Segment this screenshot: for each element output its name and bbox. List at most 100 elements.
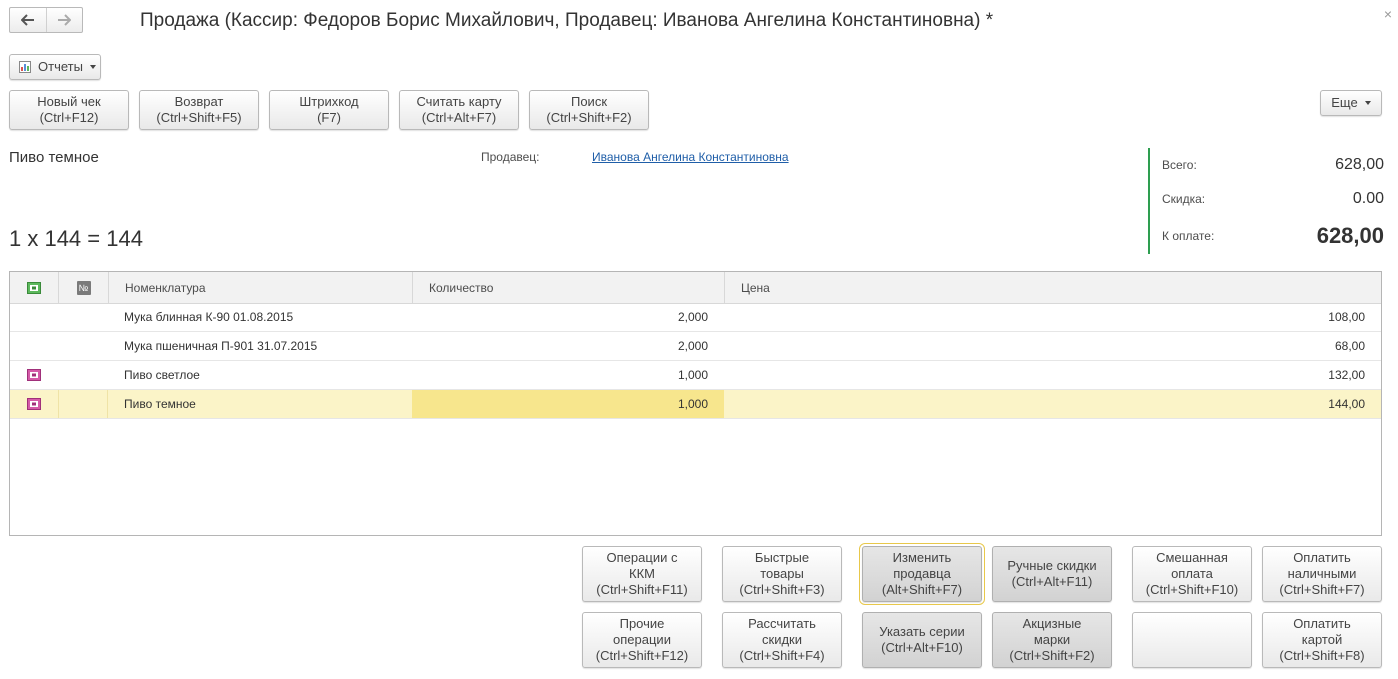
button-shortcut: (Ctrl+Shift+F10) bbox=[1145, 582, 1239, 597]
totals-panel: Всего: 628,00 Скидка: 0.00 К оплате: 628… bbox=[1148, 148, 1386, 254]
back-button[interactable] bbox=[10, 8, 46, 32]
total-row: Всего: 628,00 bbox=[1162, 156, 1384, 174]
row-price: 144,00 bbox=[1328, 397, 1365, 411]
pay-label: К оплате: bbox=[1162, 229, 1215, 243]
seller-link[interactable]: Иванова Ангелина Константиновна bbox=[592, 150, 789, 164]
read-card-button[interactable]: Считать карту (Ctrl+Alt+F7) bbox=[399, 90, 519, 130]
column-header-number[interactable]: № bbox=[58, 272, 108, 303]
button-label: картой bbox=[1301, 632, 1343, 647]
table-row[interactable]: Пиво светлое 1,000 132,00 bbox=[10, 361, 1381, 390]
button-label: марки bbox=[1033, 632, 1071, 647]
number-sign-icon: № bbox=[76, 280, 91, 295]
chevron-down-icon bbox=[1364, 101, 1371, 105]
report-icon bbox=[19, 61, 31, 73]
row-number-cell bbox=[58, 303, 108, 331]
button-shortcut: (Ctrl+Shift+F5) bbox=[156, 110, 242, 125]
new-receipt-button[interactable]: Новый чек (Ctrl+F12) bbox=[9, 90, 129, 130]
button-label: оплата bbox=[1171, 566, 1213, 581]
pay-value: 628,00 bbox=[1316, 223, 1384, 248]
kkm-operations-button[interactable]: Операции с ККМ (Ctrl+Shift+F11) bbox=[582, 546, 702, 602]
row-price: 68,00 bbox=[1334, 339, 1365, 353]
quick-goods-button[interactable]: Быстрые товары (Ctrl+Shift+F3) bbox=[722, 546, 842, 602]
button-label: операции bbox=[613, 632, 671, 647]
excise-mark-icon bbox=[27, 398, 41, 410]
table-row-selected[interactable]: Пиво темное 1,000 144,00 bbox=[10, 390, 1381, 419]
window-title: Продажа (Кассир: Федоров Борис Михайлови… bbox=[140, 10, 994, 31]
row-icon-cell bbox=[10, 332, 58, 360]
row-icon-cell bbox=[10, 303, 58, 331]
change-seller-button[interactable]: Изменить продавца (Alt+Shift+F7) bbox=[859, 543, 985, 605]
row-icon-cell bbox=[10, 361, 58, 389]
row-price: 132,00 bbox=[1328, 368, 1365, 382]
button-label: Возврат bbox=[174, 94, 224, 109]
table-row[interactable]: Мука блинная К-90 01.08.2015 2,000 108,0… bbox=[10, 303, 1381, 332]
pay-cash-button[interactable]: Оплатить наличными (Ctrl+Shift+F7) bbox=[1262, 546, 1382, 602]
button-label: Ручные скидки bbox=[1007, 558, 1097, 573]
button-shortcut: (F7) bbox=[317, 110, 341, 125]
empty-action-button[interactable] bbox=[1132, 612, 1252, 668]
button-shortcut: (Ctrl+Alt+F7) bbox=[421, 110, 497, 125]
row-name: Пиво светлое bbox=[124, 368, 200, 382]
excise-mark-icon bbox=[27, 281, 41, 294]
more-label: Еще bbox=[1331, 95, 1358, 110]
button-shortcut: (Ctrl+Shift+F7) bbox=[1279, 582, 1365, 597]
button-label: ККМ bbox=[629, 566, 655, 581]
button-label: Указать серии bbox=[879, 624, 965, 639]
button-label: Оплатить bbox=[1293, 616, 1351, 631]
other-operations-button[interactable]: Прочие операции (Ctrl+Shift+F12) bbox=[582, 612, 702, 668]
button-label: Быстрые bbox=[754, 550, 810, 565]
button-shortcut: (Ctrl+Shift+F4) bbox=[739, 648, 825, 663]
manual-discounts-button[interactable]: Ручные скидки (Ctrl+Alt+F11) bbox=[992, 546, 1112, 602]
table-row[interactable]: Мука пшеничная П-901 31.07.2015 2,000 68… bbox=[10, 332, 1381, 361]
specify-series-button[interactable]: Указать серии (Ctrl+Alt+F10) bbox=[862, 612, 982, 668]
button-shortcut: (Ctrl+Alt+F10) bbox=[881, 640, 963, 655]
calculate-discounts-button[interactable]: Рассчитать скидки (Ctrl+Shift+F4) bbox=[722, 612, 842, 668]
button-label: Прочие bbox=[619, 616, 665, 631]
button-shortcut: (Ctrl+Shift+F11) bbox=[596, 582, 688, 597]
total-value: 628,00 bbox=[1335, 156, 1384, 173]
button-label: Акцизные bbox=[1022, 616, 1082, 631]
row-quantity[interactable]: 1,000 bbox=[412, 390, 724, 418]
current-item-calc: 1 x 144 = 144 bbox=[9, 226, 143, 251]
button-shortcut: (Alt+Shift+F7) bbox=[881, 582, 963, 597]
button-shortcut: (Ctrl+Shift+F2) bbox=[546, 110, 632, 125]
row-price: 108,00 bbox=[1328, 310, 1365, 324]
column-header-icon[interactable] bbox=[10, 272, 58, 303]
forward-button[interactable] bbox=[45, 8, 83, 32]
reports-label: Отчеты bbox=[38, 59, 83, 74]
mixed-payment-button[interactable]: Смешанная оплата (Ctrl+Shift+F10) bbox=[1132, 546, 1252, 602]
button-shortcut: (Ctrl+Shift+F12) bbox=[595, 648, 689, 663]
row-icon-cell bbox=[10, 390, 58, 418]
chevron-down-icon bbox=[89, 65, 96, 69]
row-quantity[interactable]: 2,000 bbox=[412, 303, 724, 331]
table-header: № Номенклатура Количество Цена bbox=[10, 272, 1381, 304]
close-icon[interactable]: × bbox=[1384, 6, 1392, 22]
discount-value: 0.00 bbox=[1352, 190, 1384, 207]
pay-card-button[interactable]: Оплатить картой (Ctrl+Shift+F8) bbox=[1262, 612, 1382, 668]
button-label: продавца bbox=[893, 566, 951, 581]
row-quantity[interactable]: 2,000 bbox=[412, 332, 724, 360]
search-button[interactable]: Поиск (Ctrl+Shift+F2) bbox=[529, 90, 649, 130]
button-shortcut: (Ctrl+F12) bbox=[39, 110, 99, 125]
button-label: Считать карту bbox=[416, 94, 502, 109]
arrow-left-icon bbox=[20, 14, 34, 26]
barcode-button[interactable]: Штрихкод (F7) bbox=[269, 90, 389, 130]
button-label: наличными bbox=[1287, 566, 1357, 581]
button-label: Новый чек bbox=[37, 94, 101, 109]
button-shortcut: (Ctrl+Shift+F8) bbox=[1279, 648, 1365, 663]
button-label: Поиск bbox=[570, 94, 608, 109]
more-button[interactable]: Еще bbox=[1320, 90, 1382, 116]
column-header-name[interactable]: Номенклатура bbox=[108, 272, 412, 303]
column-header-quantity[interactable]: Количество bbox=[412, 272, 724, 303]
button-label: скидки bbox=[762, 632, 802, 647]
reports-button[interactable]: Отчеты bbox=[9, 54, 101, 80]
column-header-price[interactable]: Цена bbox=[724, 272, 1381, 303]
row-number-cell bbox=[58, 390, 108, 418]
row-name: Мука пшеничная П-901 31.07.2015 bbox=[124, 339, 318, 353]
pay-row: К оплате: 628,00 bbox=[1162, 223, 1384, 249]
return-button[interactable]: Возврат (Ctrl+Shift+F5) bbox=[139, 90, 259, 130]
button-label: Операции с bbox=[606, 550, 678, 565]
row-quantity[interactable]: 1,000 bbox=[412, 361, 724, 389]
excise-marks-button[interactable]: Акцизные марки (Ctrl+Shift+F2) bbox=[992, 612, 1112, 668]
items-table: № Номенклатура Количество Цена Мука блин… bbox=[9, 271, 1382, 536]
